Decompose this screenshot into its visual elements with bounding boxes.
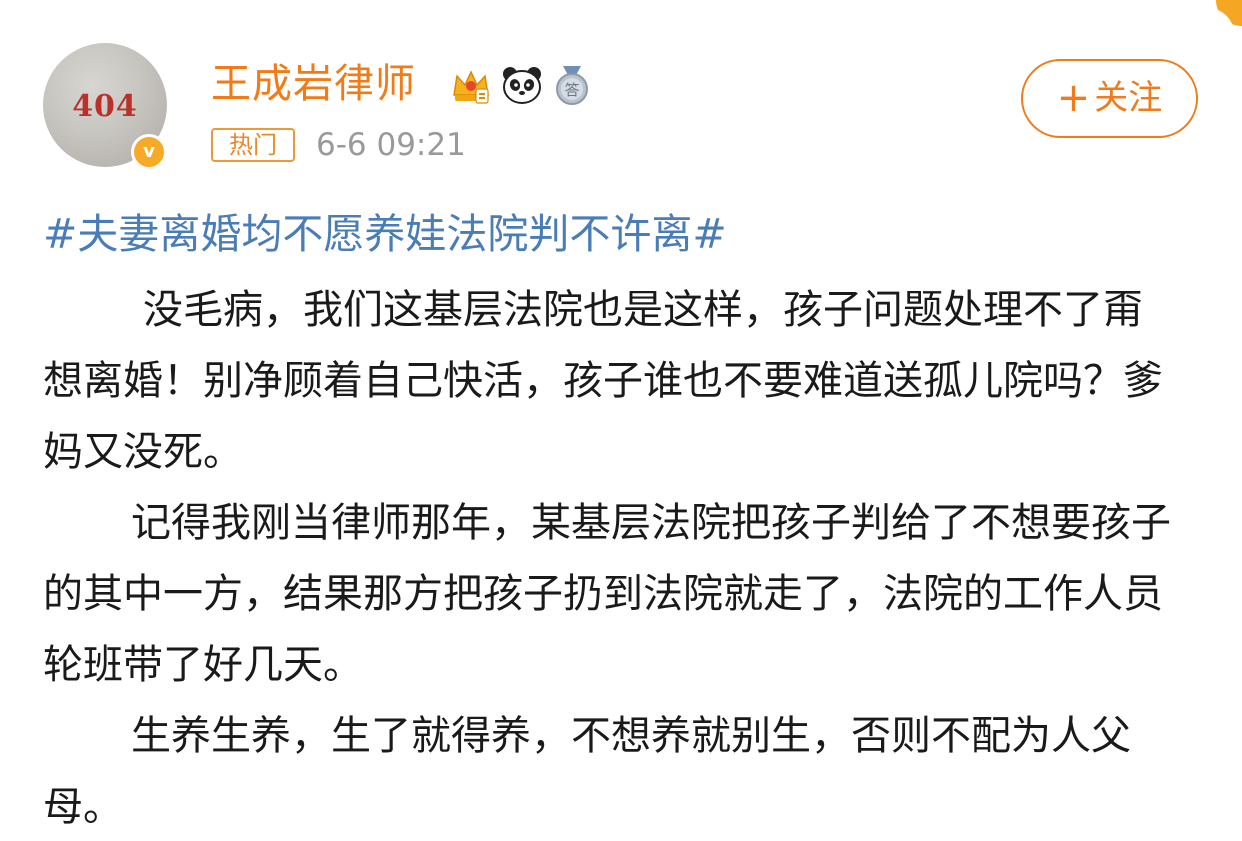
follow-label: 关注 — [1094, 78, 1163, 118]
crown-icon[interactable] — [449, 63, 493, 107]
answer-medal-icon[interactable]: 答 — [550, 63, 594, 107]
post-body: 没毛病，我们这基层法院也是这样，孩子问题处理不了甭想离婚！别净顾着自己快活，孩子… — [43, 275, 1178, 841]
weibo-post-card: 404 v 王成岩律师 答 热门 6-6 09:21 + 关注 #夫妻离婚均不愿养… — [0, 0, 1242, 841]
avatar-label: 404 — [72, 89, 138, 124]
svg-text:答: 答 — [564, 81, 579, 99]
panda-icon[interactable] — [500, 63, 544, 107]
corner-accent — [1216, 0, 1242, 26]
post-paragraph: 生养生养，生了就得养，不想养就别生，否则不配为人父母。 — [43, 713, 1131, 830]
hot-tag-badge: 热门 — [211, 128, 295, 162]
hashtag-link[interactable]: #夫妻离婚均不愿养娃法院判不许离# — [43, 207, 727, 261]
plus-icon: + — [1056, 75, 1091, 121]
follow-button[interactable]: + 关注 — [1021, 59, 1198, 138]
verified-badge-icon: v — [131, 134, 167, 170]
author-name[interactable]: 王成岩律师 — [211, 58, 416, 110]
post-timestamp: 6-6 09:21 — [316, 127, 466, 163]
post-paragraph: 记得我刚当律师那年，某基层法院把孩子判给了不想要孩子的其中一方，结果那方把孩子扔… — [43, 500, 1171, 688]
post-paragraph: 没毛病，我们这基层法院也是这样，孩子问题处理不了甭想离婚！别净顾着自己快活，孩子… — [43, 287, 1163, 475]
